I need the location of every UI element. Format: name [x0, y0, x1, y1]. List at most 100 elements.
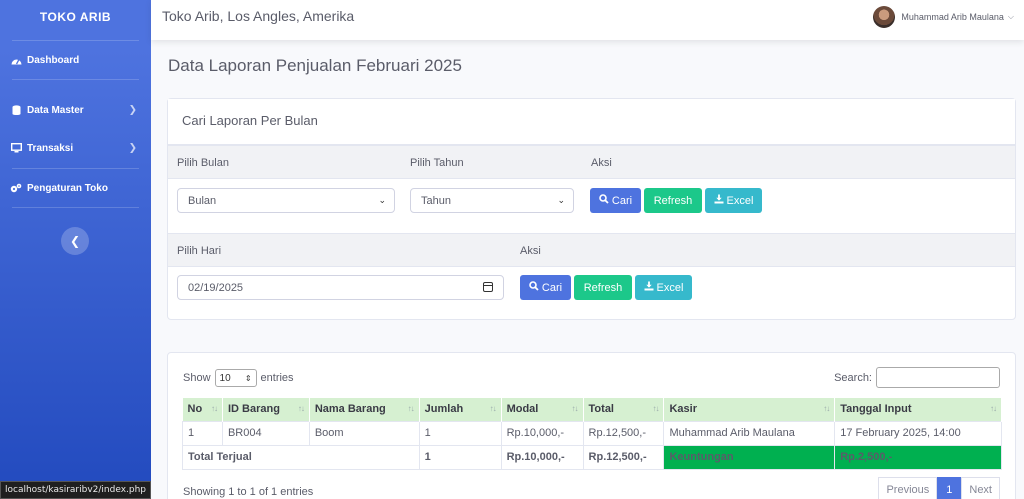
month-label: Pilih Bulan [177, 157, 229, 169]
date-input-value: 02/19/2025 [188, 282, 244, 294]
status-bar-url: localhost/kasiraribv2/index.php [0, 481, 152, 499]
column-header-label: Jumlah [424, 403, 464, 416]
search-icon [599, 194, 609, 207]
pagination-page-1[interactable]: 1 [937, 477, 962, 499]
excel-button-label: Excel [656, 281, 684, 294]
action-label: Aksi [520, 245, 541, 257]
profit-value: Rp.2,500,- [834, 444, 1002, 470]
store-title: Toko Arib, Los Angles, Amerika [162, 8, 355, 24]
year-select[interactable]: Tahun ⌄ [410, 188, 574, 213]
refresh-day-button[interactable]: Refresh [574, 275, 632, 300]
column-header-label: Total [588, 403, 614, 416]
entries-select[interactable]: 10 ⇕ [214, 369, 257, 387]
user-name: Muhammad Arib Maulana [901, 12, 1004, 22]
sidebar-item-dashboard[interactable]: Dashboard [0, 41, 151, 79]
cell-tanggal-input: 17 February 2025, 14:00 [834, 420, 1002, 446]
column-header-label: Tanggal Input [840, 403, 912, 416]
sort-icon: ↑↓ [571, 404, 579, 413]
day-label: Pilih Hari [177, 245, 222, 257]
search-input[interactable] [876, 367, 1000, 388]
column-header-jumlah[interactable]: Jumlah ↑↓ [419, 398, 502, 421]
download-icon [714, 194, 724, 207]
search-month-button[interactable]: Cari [590, 188, 641, 213]
filter-card: Cari Laporan Per Bulan Pilih Bulan Pilih… [167, 98, 1016, 320]
column-header-modal[interactable]: Modal ↑↓ [501, 398, 584, 421]
sidebar-toggle-button[interactable]: ❮ [61, 227, 89, 255]
column-header-total[interactable]: Total ↑↓ [583, 398, 665, 421]
column-header-label: ID Barang [227, 403, 280, 416]
sidebar: TOKO ARIB Dashboard Data Master ❯ Transa… [0, 0, 151, 499]
table-search: Search: [834, 367, 1000, 388]
cell-total: Rp.12,500,- [582, 420, 665, 446]
cell-nama-barang: Boom [308, 420, 420, 446]
chevron-right-icon: ❯ [128, 142, 137, 154]
year-select-value: Tahun [421, 195, 451, 207]
chevron-left-icon: ❮ [69, 234, 81, 248]
excel-button-label: Excel [726, 194, 754, 207]
total-row: Total Terjual 1 Rp.10,000,- Rp.12,500,- … [182, 444, 1002, 470]
refresh-month-button[interactable]: Refresh [644, 188, 702, 213]
refresh-button-label: Refresh [653, 194, 693, 207]
column-header-kasir[interactable]: Kasir ↑↓ [663, 398, 836, 421]
entries-length: Show 10 ⇕ entries [183, 369, 294, 387]
sidebar-item-label: Transaksi [27, 142, 74, 154]
chevron-down-icon: ⌄ [378, 195, 386, 205]
tachometer-icon [10, 55, 22, 65]
column-header-label: Kasir [669, 403, 698, 416]
search-day-button[interactable]: Cari [520, 275, 571, 300]
table-info: Showing 1 to 1 of 1 entries [183, 486, 314, 498]
month-select-value: Bulan [188, 195, 217, 207]
calendar-icon[interactable] [483, 282, 493, 292]
search-button-label: Cari [611, 194, 633, 207]
month-select[interactable]: Bulan ⌄ [177, 188, 395, 213]
sort-icon: ↑↓ [407, 404, 415, 413]
entries-label: entries [260, 372, 294, 384]
sort-icon: ↑↓ [489, 404, 497, 413]
total-jumlah: 1 [418, 444, 502, 470]
cell-modal: Rp.10,000,- [500, 420, 584, 446]
sort-icon: ↑↓ [297, 404, 305, 413]
search-label: Search: [834, 371, 872, 384]
total-total: Rp.12,500,- [582, 444, 665, 470]
excel-day-button[interactable]: Excel [635, 275, 692, 300]
report-table-card: Show 10 ⇕ entries Search: No ↑↓ ID Barang… [167, 352, 1016, 499]
date-input[interactable]: 02/19/2025 [177, 275, 504, 300]
sidebar-brand[interactable]: TOKO ARIB [0, 0, 151, 34]
chevron-down-icon: ⌵ [1007, 12, 1014, 21]
cell-id-barang: BR004 [221, 420, 310, 446]
avatar [873, 6, 896, 28]
sidebar-item-pengaturan-toko[interactable]: Pengaturan Toko [0, 169, 151, 207]
action-label: Aksi [591, 157, 612, 169]
column-header-id-barang[interactable]: ID Barang ↑↓ [222, 398, 310, 421]
search-button-label: Cari [541, 281, 563, 294]
search-icon [529, 281, 539, 294]
sidebar-item-data-master[interactable]: Data Master ❯ [0, 92, 151, 128]
cell-jumlah: 1 [418, 420, 502, 446]
filter-card-header: Cari Laporan Per Bulan [168, 99, 1015, 145]
user-menu[interactable]: Muhammad Arib Maulana ⌵ [873, 6, 1014, 28]
cell-kasir: Muhammad Arib Maulana [663, 420, 836, 446]
sidebar-item-transaksi[interactable]: Transaksi ❯ [0, 128, 151, 168]
column-header-no[interactable]: No ↑↓ [182, 398, 223, 421]
profit-label: Keuntungan [663, 444, 836, 470]
sidebar-item-label: Data Master [27, 104, 84, 116]
total-label: Total Terjual [182, 444, 420, 470]
entries-select-value: 10 [219, 372, 231, 384]
show-label: Show [183, 372, 211, 384]
column-header-nama-barang[interactable]: Nama Barang ↑↓ [309, 398, 420, 421]
pagination-next[interactable]: Next [961, 477, 1000, 499]
page-title: Data Laporan Penjualan Februari 2025 [168, 56, 462, 75]
sort-icon: ↑↓ [652, 404, 659, 413]
column-header-tanggal-input[interactable]: Tanggal Input ↑↓ [834, 398, 1002, 421]
sort-icon: ↑↓ [210, 404, 218, 413]
sort-updown-icon: ⇕ [244, 373, 252, 383]
chevron-down-icon: ⌄ [557, 195, 565, 205]
sort-icon: ↑↓ [823, 404, 830, 413]
filter-day-header-row: Pilih Hari Aksi [168, 233, 1015, 267]
cell-no: 1 [182, 420, 223, 446]
pagination-previous[interactable]: Previous [878, 477, 938, 499]
column-header-label: Modal [506, 403, 539, 416]
column-header-label: Nama Barang [314, 403, 386, 416]
excel-month-button[interactable]: Excel [705, 188, 762, 213]
total-modal: Rp.10,000,- [500, 444, 584, 470]
